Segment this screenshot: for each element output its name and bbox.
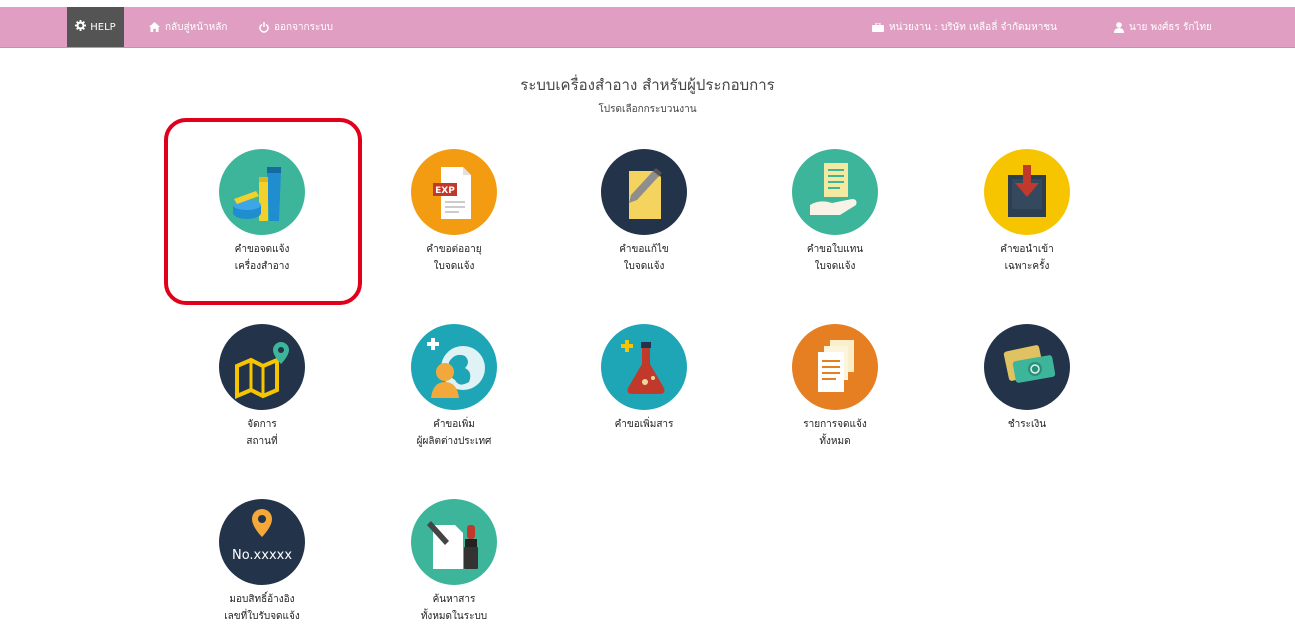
tile-label-line2: ทั้งหมด: [819, 436, 851, 447]
tile-label-line1: ชำระเงิน: [1007, 419, 1047, 430]
tile-label-line2: ทั้งหมดในระบบ: [420, 611, 488, 622]
tile-label-line1: คำขอใบแทน: [806, 244, 864, 255]
tile-label-line2: เฉพาะครั้ง: [1004, 261, 1050, 272]
user-menu[interactable]: นาย พงศ์ธร รักไทย: [1114, 7, 1212, 47]
logout-link[interactable]: ออกจากระบบ: [259, 7, 333, 47]
tile-replacement-request[interactable]: คำขอใบแทน ใบจดแจ้ง: [760, 149, 910, 275]
tile-label-line1: คำขอเพิ่มสาร: [614, 419, 674, 430]
tile-all-notifications[interactable]: รายการจดแจ้ง ทั้งหมด: [760, 324, 910, 450]
top-navigation-bar: HELP กลับสู่หน้าหลัก ออกจากระบบ หน่วยงาน…: [0, 7, 1295, 48]
home-link[interactable]: กลับสู่หน้าหลัก: [149, 7, 227, 47]
tile-renewal-request[interactable]: EXP คำขอต่ออายุ ใบจดแจ้ง: [379, 149, 529, 275]
tile-reference-rights[interactable]: No.xxxxx มอบสิทธิ์อ้างอิง เลขที่ใบรับจดแ…: [187, 499, 337, 625]
payment-icon: [984, 324, 1070, 410]
help-button[interactable]: HELP: [67, 7, 124, 47]
help-label: HELP: [90, 21, 116, 33]
tile-label-line1: คำขอนำเข้า: [1000, 244, 1054, 255]
organization-info: หน่วยงาน : บริษัท เหลือลี่ จำกัดมหาชน: [872, 7, 1057, 47]
briefcase-icon: [872, 22, 884, 32]
import-icon: [984, 149, 1070, 235]
tile-manage-locations[interactable]: จัดการ สถานที่: [187, 324, 337, 450]
add-manufacturer-icon: [411, 324, 497, 410]
tile-label-line2: เลขที่ใบรับจดแจ้ง: [224, 611, 300, 622]
tile-add-foreign-manufacturer[interactable]: คำขอเพิ่ม ผู้ผลิตต่างประเทศ: [379, 324, 529, 450]
tile-label-line2: ใบจดแจ้ง: [814, 261, 856, 272]
highlight-box: [164, 118, 362, 305]
page-subtitle: โปรดเลือกกระบวนงาน: [598, 104, 697, 115]
page-title: ระบบเครื่องสำอาง สำหรับผู้ประกอบการ: [520, 76, 775, 94]
tile-label-line1: จัดการ: [247, 419, 277, 430]
replacement-icon: [792, 149, 878, 235]
home-label: กลับสู่หน้าหลัก: [165, 21, 228, 33]
tile-label-line1: คำขอเพิ่ม: [433, 419, 475, 430]
exp-text: EXP: [435, 186, 455, 196]
user-icon: [1114, 21, 1124, 33]
location-icon: [219, 324, 305, 410]
tile-add-substance[interactable]: คำขอเพิ่มสาร: [569, 324, 719, 433]
notifications-list-icon: [792, 324, 878, 410]
logout-label: ออกจากระบบ: [274, 21, 334, 33]
add-substance-icon: [601, 324, 687, 410]
tile-label-line2: ใบจดแจ้ง: [623, 261, 665, 272]
tile-edit-request[interactable]: คำขอแก้ไข ใบจดแจ้ง: [569, 149, 719, 275]
tile-label-line2: ผู้ผลิตต่างประเทศ: [416, 436, 492, 447]
no-text: No.xxxxx: [232, 548, 292, 563]
reference-rights-icon: No.xxxxx: [219, 499, 305, 585]
tile-label-line1: ค้นหาสาร: [432, 594, 476, 605]
tile-label-line2: สถานที่: [246, 436, 278, 447]
power-icon: [259, 21, 269, 33]
user-label: นาย พงศ์ธร รักไทย: [1129, 21, 1212, 33]
search-substance-icon: [411, 499, 497, 585]
edit-icon: [601, 149, 687, 235]
home-icon: [149, 22, 160, 32]
tile-search-substance[interactable]: ค้นหาสาร ทั้งหมดในระบบ: [379, 499, 529, 625]
renew-icon: EXP: [411, 149, 497, 235]
tile-label-line1: คำขอแก้ไข: [619, 244, 669, 255]
gear-icon: [75, 20, 87, 34]
tile-label-line1: รายการจดแจ้ง: [803, 419, 867, 430]
tile-import-request[interactable]: คำขอนำเข้า เฉพาะครั้ง: [952, 149, 1102, 275]
tile-label-line1: คำขอต่ออายุ: [426, 244, 482, 255]
tile-label-line1: มอบสิทธิ์อ้างอิง: [229, 594, 295, 605]
tile-label-line2: ใบจดแจ้ง: [433, 261, 475, 272]
tile-payment[interactable]: ชำระเงิน: [952, 324, 1102, 433]
organization-label: หน่วยงาน : บริษัท เหลือลี่ จำกัดมหาชน: [889, 21, 1057, 33]
